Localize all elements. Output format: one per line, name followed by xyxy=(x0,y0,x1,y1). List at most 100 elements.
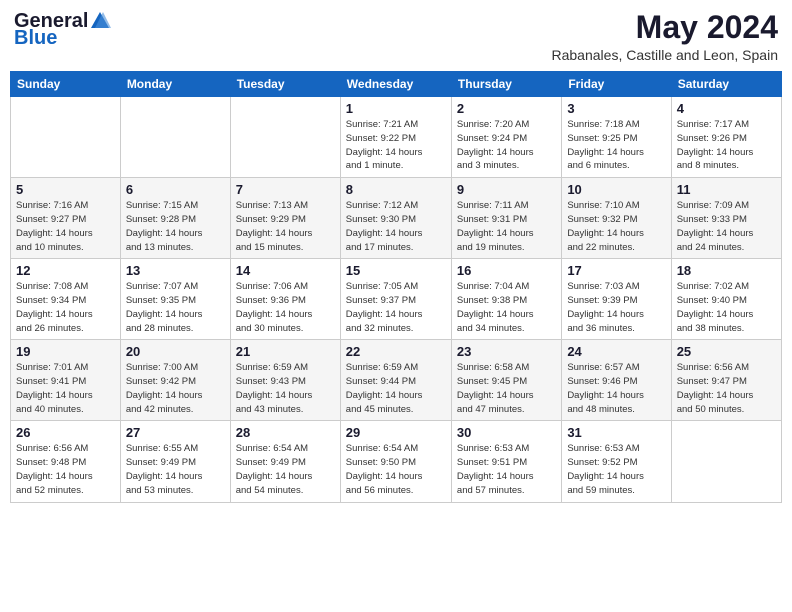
location: Rabanales, Castille and Leon, Spain xyxy=(552,47,779,63)
header-tuesday: Tuesday xyxy=(230,72,340,97)
calendar-week-row: 1Sunrise: 7:21 AM Sunset: 9:22 PM Daylig… xyxy=(11,97,782,178)
day-number: 21 xyxy=(236,344,335,359)
day-number: 9 xyxy=(457,182,556,197)
calendar-cell: 24 Sunrise: 6:57 AM Sunset: 9:46 PM Dayli… xyxy=(562,340,671,421)
day-info: Sunrise: 7:20 AM Sunset: 9:24 PM Dayligh… xyxy=(457,118,556,173)
calendar-cell: 17 Sunrise: 7:03 AM Sunset: 9:39 PM Dayli… xyxy=(562,259,671,340)
day-number: 19 xyxy=(16,344,115,359)
month-title: May 2024 xyxy=(552,10,779,45)
day-number: 16 xyxy=(457,263,556,278)
day-number: 18 xyxy=(677,263,776,278)
calendar-cell: 1Sunrise: 7:21 AM Sunset: 9:22 PM Daylig… xyxy=(340,97,451,178)
day-number: 30 xyxy=(457,425,556,440)
day-number: 4 xyxy=(677,101,776,116)
calendar-cell: 30Sunrise: 6:53 AM Sunset: 9:51 PM Dayli… xyxy=(451,421,561,502)
day-info: Sunrise: 6:59 AM Sunset: 9:44 PM Dayligh… xyxy=(346,361,446,416)
day-number: 1 xyxy=(346,101,446,116)
title-block: May 2024 Rabanales, Castille and Leon, S… xyxy=(552,10,779,63)
calendar-cell: 16 Sunrise: 7:04 AM Sunset: 9:38 PM Dayli… xyxy=(451,259,561,340)
calendar-week-row: 26 Sunrise: 6:56 AM Sunset: 9:48 PM Dayli… xyxy=(11,421,782,502)
header-monday: Monday xyxy=(120,72,230,97)
day-number: 12 xyxy=(16,263,115,278)
day-info: Sunrise: 6:59 AM Sunset: 9:43 PM Dayligh… xyxy=(236,361,335,416)
day-number: 17 xyxy=(567,263,665,278)
calendar-cell: 7Sunrise: 7:13 AM Sunset: 9:29 PM Daylig… xyxy=(230,178,340,259)
day-info: Sunrise: 7:04 AM Sunset: 9:38 PM Dayligh… xyxy=(457,280,556,335)
header-thursday: Thursday xyxy=(451,72,561,97)
day-info: Sunrise: 7:00 AM Sunset: 9:42 PM Dayligh… xyxy=(126,361,225,416)
calendar-week-row: 5 Sunrise: 7:16 AM Sunset: 9:27 PM Daylig… xyxy=(11,178,782,259)
day-number: 25 xyxy=(677,344,776,359)
calendar-cell: 8Sunrise: 7:12 AM Sunset: 9:30 PM Daylig… xyxy=(340,178,451,259)
calendar-cell: 31 Sunrise: 6:53 AM Sunset: 9:52 PM Dayli… xyxy=(562,421,671,502)
day-info: Sunrise: 6:57 AM Sunset: 9:46 PM Dayligh… xyxy=(567,361,665,416)
day-info: Sunrise: 7:02 AM Sunset: 9:40 PM Dayligh… xyxy=(677,280,776,335)
day-info: Sunrise: 6:56 AM Sunset: 9:47 PM Dayligh… xyxy=(677,361,776,416)
day-number: 6 xyxy=(126,182,225,197)
calendar-cell: 21 Sunrise: 6:59 AM Sunset: 9:43 PM Dayli… xyxy=(230,340,340,421)
day-number: 27 xyxy=(126,425,225,440)
day-info: Sunrise: 7:03 AM Sunset: 9:39 PM Dayligh… xyxy=(567,280,665,335)
calendar-cell: 10Sunrise: 7:10 AM Sunset: 9:32 PM Dayli… xyxy=(562,178,671,259)
calendar-cell: 15Sunrise: 7:05 AM Sunset: 9:37 PM Dayli… xyxy=(340,259,451,340)
calendar-cell: 5 Sunrise: 7:16 AM Sunset: 9:27 PM Daylig… xyxy=(11,178,121,259)
calendar-cell xyxy=(120,97,230,178)
header-saturday: Saturday xyxy=(671,72,781,97)
logo-blue-text: Blue xyxy=(14,27,57,50)
day-info: Sunrise: 6:56 AM Sunset: 9:48 PM Dayligh… xyxy=(16,442,115,497)
day-number: 28 xyxy=(236,425,335,440)
day-number: 24 xyxy=(567,344,665,359)
day-number: 22 xyxy=(346,344,446,359)
day-number: 23 xyxy=(457,344,556,359)
calendar-cell: 13 Sunrise: 7:07 AM Sunset: 9:35 PM Dayli… xyxy=(120,259,230,340)
day-info: Sunrise: 6:54 AM Sunset: 9:50 PM Dayligh… xyxy=(346,442,446,497)
calendar-cell: 11 Sunrise: 7:09 AM Sunset: 9:33 PM Dayli… xyxy=(671,178,781,259)
day-number: 14 xyxy=(236,263,335,278)
calendar-cell: 28 Sunrise: 6:54 AM Sunset: 9:49 PM Dayli… xyxy=(230,421,340,502)
calendar-week-row: 12 Sunrise: 7:08 AM Sunset: 9:34 PM Dayli… xyxy=(11,259,782,340)
calendar-week-row: 19 Sunrise: 7:01 AM Sunset: 9:41 PM Dayli… xyxy=(11,340,782,421)
day-info: Sunrise: 7:15 AM Sunset: 9:28 PM Dayligh… xyxy=(126,199,225,254)
day-number: 2 xyxy=(457,101,556,116)
day-number: 29 xyxy=(346,425,446,440)
calendar-cell: 25 Sunrise: 6:56 AM Sunset: 9:47 PM Dayli… xyxy=(671,340,781,421)
calendar-cell xyxy=(671,421,781,502)
calendar-cell: 29 Sunrise: 6:54 AM Sunset: 9:50 PM Dayli… xyxy=(340,421,451,502)
calendar-cell: 22 Sunrise: 6:59 AM Sunset: 9:44 PM Dayli… xyxy=(340,340,451,421)
header-friday: Friday xyxy=(562,72,671,97)
calendar-cell: 4Sunrise: 7:17 AM Sunset: 9:26 PM Daylig… xyxy=(671,97,781,178)
calendar-cell: 26 Sunrise: 6:56 AM Sunset: 9:48 PM Dayli… xyxy=(11,421,121,502)
day-number: 13 xyxy=(126,263,225,278)
day-info: Sunrise: 7:01 AM Sunset: 9:41 PM Dayligh… xyxy=(16,361,115,416)
day-info: Sunrise: 7:06 AM Sunset: 9:36 PM Dayligh… xyxy=(236,280,335,335)
day-info: Sunrise: 7:16 AM Sunset: 9:27 PM Dayligh… xyxy=(16,199,115,254)
calendar-cell: 9 Sunrise: 7:11 AM Sunset: 9:31 PM Daylig… xyxy=(451,178,561,259)
day-info: Sunrise: 7:10 AM Sunset: 9:32 PM Dayligh… xyxy=(567,199,665,254)
day-info: Sunrise: 6:55 AM Sunset: 9:49 PM Dayligh… xyxy=(126,442,225,497)
calendar-cell: 18 Sunrise: 7:02 AM Sunset: 9:40 PM Dayli… xyxy=(671,259,781,340)
calendar-cell: 27 Sunrise: 6:55 AM Sunset: 9:49 PM Dayli… xyxy=(120,421,230,502)
day-info: Sunrise: 7:18 AM Sunset: 9:25 PM Dayligh… xyxy=(567,118,665,173)
header-sunday: Sunday xyxy=(11,72,121,97)
calendar-cell: 6 Sunrise: 7:15 AM Sunset: 9:28 PM Daylig… xyxy=(120,178,230,259)
day-info: Sunrise: 7:12 AM Sunset: 9:30 PM Dayligh… xyxy=(346,199,446,254)
day-info: Sunrise: 6:54 AM Sunset: 9:49 PM Dayligh… xyxy=(236,442,335,497)
calendar-cell: 23Sunrise: 6:58 AM Sunset: 9:45 PM Dayli… xyxy=(451,340,561,421)
day-info: Sunrise: 7:09 AM Sunset: 9:33 PM Dayligh… xyxy=(677,199,776,254)
day-number: 11 xyxy=(677,182,776,197)
day-info: Sunrise: 7:11 AM Sunset: 9:31 PM Dayligh… xyxy=(457,199,556,254)
day-number: 5 xyxy=(16,182,115,197)
calendar-cell xyxy=(11,97,121,178)
day-number: 15 xyxy=(346,263,446,278)
day-info: Sunrise: 7:07 AM Sunset: 9:35 PM Dayligh… xyxy=(126,280,225,335)
calendar-cell: 14 Sunrise: 7:06 AM Sunset: 9:36 PM Dayli… xyxy=(230,259,340,340)
logo: General Blue xyxy=(14,10,111,50)
day-number: 7 xyxy=(236,182,335,197)
calendar-table: SundayMondayTuesdayWednesdayThursdayFrid… xyxy=(10,71,782,502)
calendar-header-row: SundayMondayTuesdayWednesdayThursdayFrid… xyxy=(11,72,782,97)
calendar-cell xyxy=(230,97,340,178)
day-number: 31 xyxy=(567,425,665,440)
day-info: Sunrise: 6:53 AM Sunset: 9:52 PM Dayligh… xyxy=(567,442,665,497)
day-number: 26 xyxy=(16,425,115,440)
day-info: Sunrise: 7:08 AM Sunset: 9:34 PM Dayligh… xyxy=(16,280,115,335)
